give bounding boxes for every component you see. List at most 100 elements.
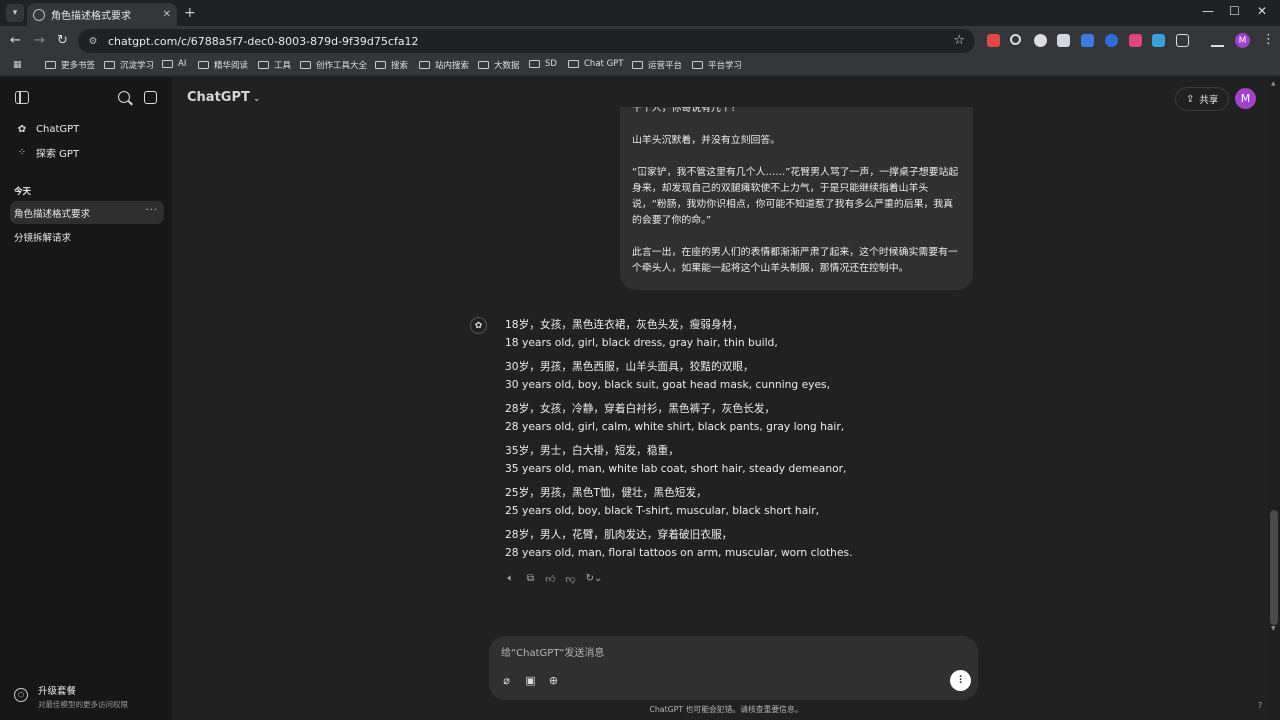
apps-grid-icon[interactable]: ▦ [13,60,23,70]
folder-icon [568,60,579,68]
bookmark-star-icon[interactable]: ☆ [953,33,965,48]
bookmarks-bar: ▦ 更多书签 沉淀学习 AI 精华阅读 工具 创作工具大全 搜索 站内搜索 大数… [0,56,1280,76]
sidebar-item-chatgpt[interactable]: ✿ ChatGPT [10,117,164,141]
tab-search-icon[interactable]: ▾ [6,4,24,22]
tab-title: 角色描述格式要求 [51,11,131,22]
conversation-title: 角色描述格式要求 [14,208,91,220]
extension-blue-icon[interactable] [1081,34,1094,47]
voice-mode-icon[interactable]: ⫶ [950,670,971,691]
back-icon[interactable]: ← [10,33,21,49]
extension-s-icon[interactable] [1152,34,1165,47]
scroll-down-icon[interactable]: ▼ [1271,625,1276,632]
help-icon[interactable]: ? [1258,701,1262,710]
bookmark-folder[interactable]: 工具 [258,59,291,71]
reply-line-zh: 25岁，男孩，黑色T恤，健壮，黑色短发， [505,486,707,499]
page-scrollbar[interactable]: ▲ ▼ [1268,77,1280,720]
bookmark-folder[interactable]: 沉淀学习 [104,59,154,71]
conversation-item-active[interactable]: 角色描述格式要求 ··· [10,201,164,224]
disclaimer: ChatGPT 也可能会犯错。请核查重要信息。 [649,705,803,714]
bookmark-folder[interactable]: 搜索 [375,59,408,71]
user-avatar[interactable]: M [1235,88,1256,109]
share-icon: ⇪ [1186,93,1195,105]
close-tab-icon[interactable]: ✕ [163,9,171,20]
sidebar: ✿ ChatGPT ⁘ 探索 GPT 今天 角色描述格式要求 ··· 分镜拆解请… [0,77,172,720]
bookmark-folder[interactable]: 更多书签 [45,59,95,71]
share-button[interactable]: ⇪ 共享 [1175,87,1230,111]
bookmark-folder[interactable]: SD [529,59,557,69]
chatgpt-favicon-icon [33,8,45,21]
search-icon[interactable] [118,91,130,103]
address-bar[interactable]: ⚙ chatgpt.com/c/6788a5f7-dec0-8003-879d-… [78,29,975,53]
conversation-item[interactable]: 分镜拆解请求 [10,225,164,248]
user-message-bubble: 十个人，你哥说有几个？ 山羊头沉默着，并没有立刻回答。 “冚家铲，我不管这里有几… [620,107,973,290]
model-selector[interactable]: ChatGPT ⌄ [187,90,260,105]
bookmark-folder[interactable]: AI [162,59,186,69]
list-item: 25岁，男孩，黑色T恤，健壮，黑色短发， 25 years old, boy, … [505,484,1005,520]
bookmark-folder[interactable]: 创作工具大全 [300,59,367,71]
more-options-icon[interactable]: ··· [145,205,158,216]
scrollbar-thumb[interactable] [1270,510,1278,625]
reload-icon[interactable]: ↻ [57,33,68,49]
upgrade-title: 升级套餐 [38,686,77,697]
url-text: chatgpt.com/c/6788a5f7-dec0-8003-879d-9f… [108,34,419,48]
reply-line-en: 28 years old, girl, calm, white shirt, b… [505,420,845,433]
list-item: 28岁，男人，花臂，肌肉发达，穿着破旧衣服， 28 years old, man… [505,526,1005,562]
chatgpt-logo-icon: ✿ [17,123,27,135]
new-chat-icon[interactable] [144,91,157,104]
message-paragraph: 此言一出，在座的男人们的表情都渐渐严肃了起来，这个时候确实需要有一个牵头人，如果… [632,247,958,274]
reply-line-en: 25 years old, boy, black T-shirt, muscul… [505,504,820,517]
reply-line-en: 18 years old, girl, black dress, gray ha… [505,336,778,349]
list-item: 18岁，女孩，黑色连衣裙，灰色头发，瘦弱身材， 18 years old, gi… [505,316,1005,352]
extension-camera-icon[interactable] [987,34,1000,47]
scroll-up-icon[interactable]: ▲ [1271,80,1276,87]
browser-tab-active[interactable]: 角色描述格式要求 ✕ [27,3,177,26]
sidebar-toggle-icon[interactable] [15,91,29,104]
site-info-icon[interactable]: ⚙ [86,34,100,48]
bookmark-folder[interactable]: 大数据 [478,59,520,71]
browser-profile-avatar[interactable]: M [1235,33,1250,48]
model-name: ChatGPT [187,90,250,105]
bookmark-folder[interactable]: 站内搜索 [419,59,469,71]
minimize-icon[interactable]: — [1202,4,1214,18]
upgrade-subtitle: 对最佳模型的更多访问权限 [38,700,128,709]
bookmark-folder[interactable]: 运营平台 [632,59,682,71]
tools-icon[interactable]: ▣ [524,674,537,687]
message-composer[interactable]: 给“ChatGPT”发送消息 ⌀ ▣ ⊕ ⫶ [489,636,978,700]
section-heading-today: 今天 [14,187,32,197]
reply-line-en: 30 years old, boy, black suit, goat head… [505,378,831,391]
upgrade-plan-button[interactable]: ⬡ 升级套餐 对最佳模型的更多访问权限 [14,683,128,710]
extension-mountain-icon[interactable] [1057,34,1070,47]
copy-icon[interactable]: ⧉ [525,573,536,585]
read-aloud-icon[interactable]: 🔈︎ [505,573,516,585]
extension-face-icon[interactable] [1034,34,1047,47]
maximize-icon[interactable]: ☐ [1229,4,1240,18]
web-search-icon[interactable]: ⊕ [547,674,560,687]
download-icon[interactable] [1211,34,1224,47]
reply-line-zh: 30岁，男孩，黑色西服，山羊头面具，狡黠的双眼， [505,360,754,373]
browser-toolbar: ← → ↻ ⚙ chatgpt.com/c/6788a5f7-dec0-8003… [0,26,1280,56]
bookmark-folder[interactable]: Chat GPT [568,59,623,69]
extension-compass-icon[interactable] [1105,34,1118,47]
regenerate-icon[interactable]: ↻⌄ [585,573,603,585]
folder-icon [375,61,386,69]
folder-icon [300,61,311,69]
thumbs-up-icon[interactable]: 👍︎ [545,573,556,585]
folder-icon [632,61,643,69]
browser-menu-icon[interactable]: ⋮ [1262,32,1275,47]
close-window-icon[interactable]: ✕ [1257,4,1267,18]
browser-tabstrip: ▾ 角色描述格式要求 ✕ + — ☐ ✕ [0,0,1280,26]
bookmark-folder[interactable]: 精华阅读 [198,59,248,71]
forward-icon[interactable]: → [34,33,45,49]
extension-search-icon[interactable] [1010,34,1021,45]
sidebar-item-explore-gpt[interactable]: ⁘ 探索 GPT [10,140,164,164]
message-input[interactable]: 给“ChatGPT”发送消息 [501,644,604,659]
folder-icon [692,61,703,69]
attach-icon[interactable]: ⌀ [500,674,513,687]
share-label: 共享 [1199,95,1219,106]
bookmark-folder[interactable]: 平台学习 [692,59,742,71]
thumbs-down-icon[interactable]: 👎︎ [565,573,576,585]
extensions-puzzle-icon[interactable] [1176,34,1189,47]
new-tab-icon[interactable]: + [184,4,196,22]
folder-icon [45,61,56,69]
extension-pink-icon[interactable] [1129,34,1142,47]
